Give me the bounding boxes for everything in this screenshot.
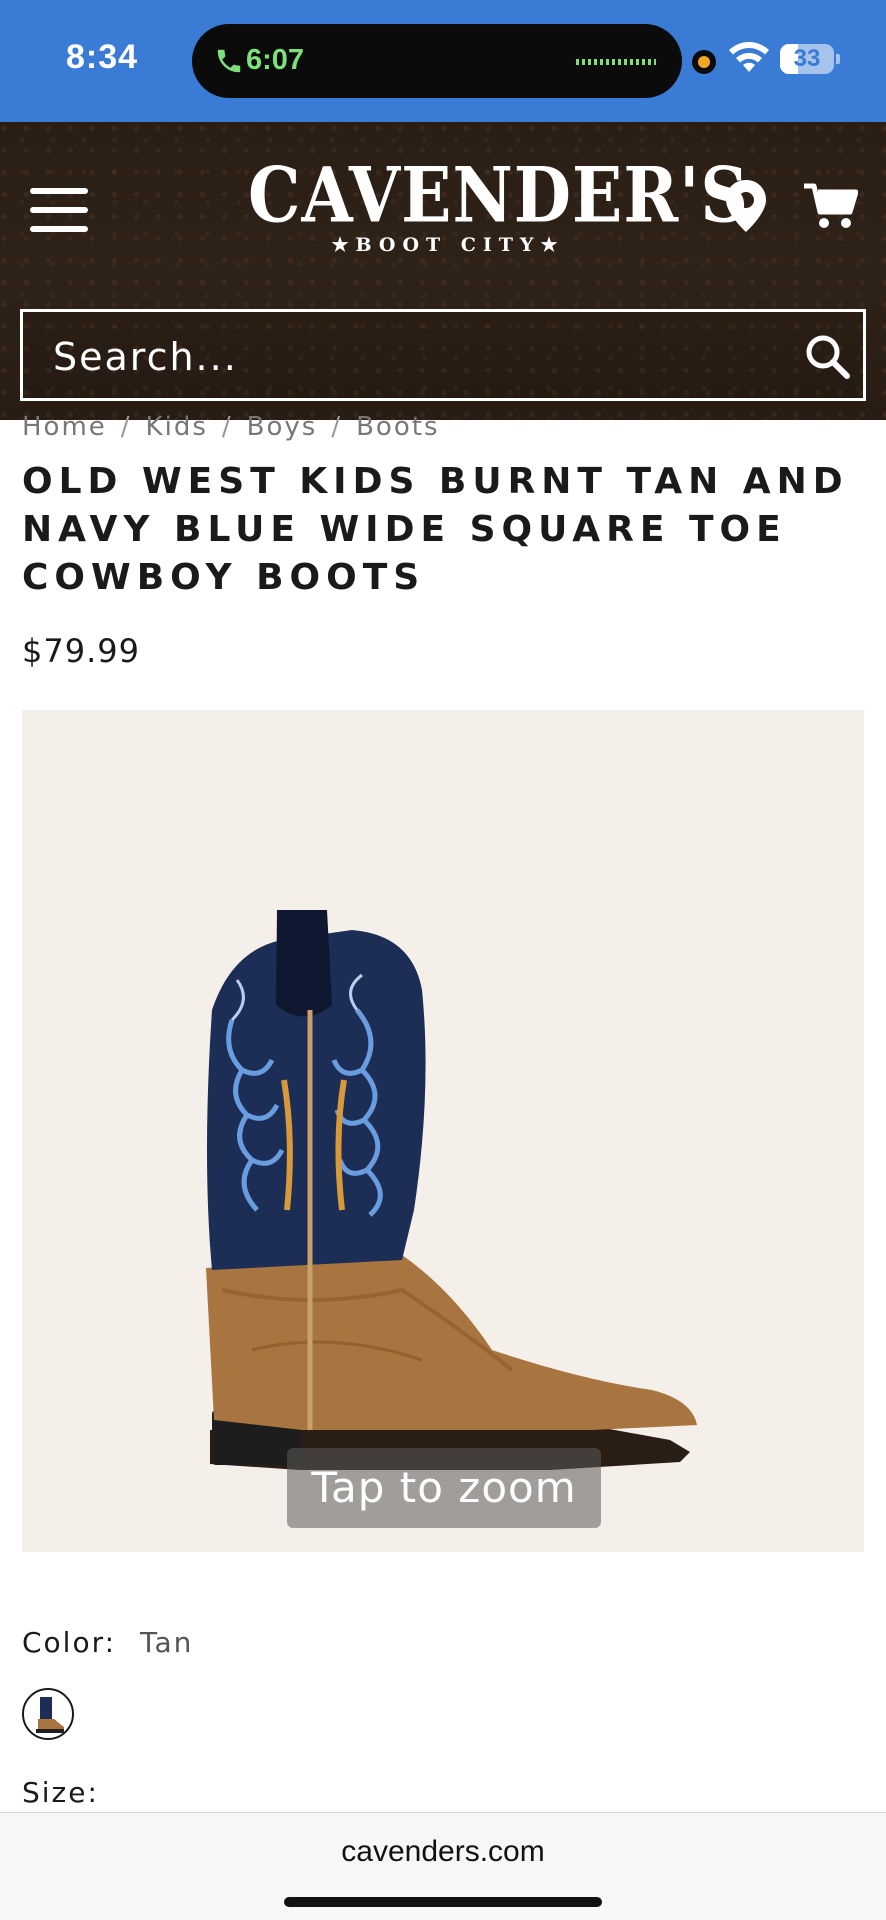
color-swatch-tan[interactable] — [22, 1688, 74, 1740]
audio-wave-icon — [576, 59, 656, 65]
wifi-icon — [729, 42, 769, 72]
search-icon[interactable] — [803, 332, 851, 380]
color-value: Tan — [140, 1626, 194, 1659]
home-indicator[interactable] — [284, 1897, 602, 1907]
color-label: Color: — [22, 1626, 117, 1659]
battery-tip — [836, 54, 840, 64]
product-image[interactable]: Tap to zoom — [22, 710, 864, 1552]
breadcrumb-boots[interactable]: Boots — [356, 412, 439, 442]
breadcrumb: Home / Kids / Boys / Boots — [22, 412, 440, 442]
product-price: $79.99 — [22, 632, 140, 670]
url-text[interactable]: cavenders.com — [0, 1835, 886, 1869]
battery-icon: 33 — [780, 44, 834, 74]
product-title: OLD WEST KIDS BURNT TAN AND NAVY BLUE WI… — [22, 461, 849, 598]
site-header: CAVENDER'S ★BOOT CITY★ — [0, 122, 886, 420]
cavenders-logo[interactable]: CAVENDER'S ★BOOT CITY★ — [248, 155, 748, 270]
search-input[interactable] — [53, 332, 753, 382]
search-bar — [20, 309, 866, 401]
color-row: Color: Tan — [22, 1626, 193, 1659]
breadcrumb-kids[interactable]: Kids — [146, 412, 208, 442]
breadcrumb-home[interactable]: Home — [22, 412, 107, 442]
mic-indicator-icon — [692, 50, 716, 74]
tap-to-zoom-label[interactable]: Tap to zoom — [287, 1448, 601, 1528]
status-time: 8:34 — [66, 38, 139, 76]
logo-wordmark: CAVENDER'S — [248, 150, 750, 240]
battery-level: 33 — [793, 45, 821, 72]
size-label: Size: — [22, 1776, 99, 1809]
boot-thumbnail-icon — [36, 1697, 64, 1733]
hamburger-menu-icon[interactable] — [30, 188, 90, 232]
active-call-pill[interactable]: 6:07 — [192, 24, 682, 98]
call-duration: 6:07 — [246, 44, 305, 76]
location-pin-icon[interactable] — [724, 178, 768, 234]
browser-address-bar[interactable]: cavenders.com — [0, 1812, 886, 1920]
phone-icon — [217, 49, 241, 73]
cowboy-boot-image — [206, 910, 697, 1470]
shopping-cart-icon[interactable] — [802, 182, 858, 230]
status-bar: 8:34 6:07 33 — [0, 0, 886, 122]
breadcrumb-boys[interactable]: Boys — [247, 412, 318, 442]
